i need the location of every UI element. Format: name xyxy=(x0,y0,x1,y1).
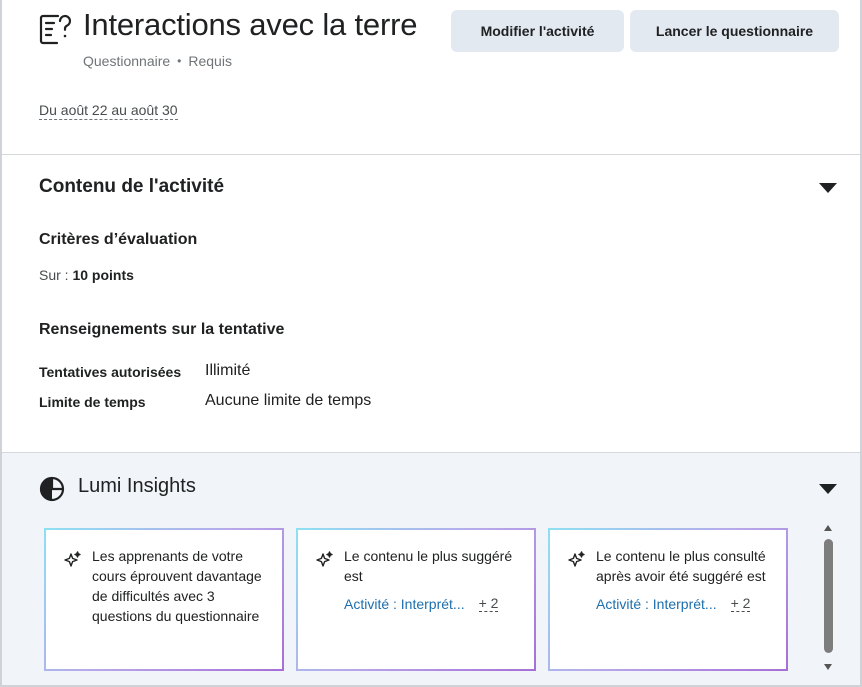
activity-type: Questionnaire xyxy=(83,53,171,69)
activity-content-heading: Contenu de l'activité xyxy=(39,176,225,197)
activity-page: Interactions avec la terre Questionnaire… xyxy=(0,0,862,687)
collapse-content-caret-icon[interactable] xyxy=(819,183,837,193)
sparkle-icon xyxy=(64,551,81,567)
time-limit-value: Aucune limite de temps xyxy=(205,392,372,409)
scroll-up-arrow-icon[interactable] xyxy=(824,525,832,531)
score-out-of: Sur : 10 points xyxy=(39,267,134,283)
insight-more-count[interactable]: + 2 xyxy=(478,596,499,612)
pie-chart-icon xyxy=(39,476,65,502)
divider xyxy=(2,154,860,155)
attempt-info-heading: Renseignements sur la tentative xyxy=(39,321,285,338)
meta-separator: • xyxy=(177,54,182,68)
edit-activity-button[interactable]: Modifier l'activité xyxy=(451,10,624,52)
insight-more-count[interactable]: + 2 xyxy=(730,596,751,612)
attempts-allowed-value: Illimité xyxy=(205,362,251,379)
insight-activity-link[interactable]: Activité : Interprét... xyxy=(596,596,717,612)
insight-text: Le contenu le plus consulté après avoir … xyxy=(596,548,766,584)
scrollbar-thumb[interactable] xyxy=(824,539,833,653)
collapse-insights-caret-icon[interactable] xyxy=(819,484,837,494)
attempts-allowed-label: Tentatives autorisées xyxy=(39,364,182,380)
launch-quiz-button[interactable]: Lancer le questionnaire xyxy=(630,10,839,52)
quiz-icon xyxy=(39,14,72,45)
insight-link-row: Activité : Interprét... + 2 xyxy=(596,596,772,612)
page-title: Interactions avec la terre xyxy=(83,7,418,42)
lumi-insights-panel: Lumi Insights Les apprenants de votre co… xyxy=(2,452,860,685)
required-status: Requis xyxy=(188,53,232,69)
insight-card[interactable]: Le contenu le plus consulté après avoir … xyxy=(548,528,788,671)
insight-card[interactable]: Le contenu le plus suggéré est Activité … xyxy=(296,528,536,671)
out-of-value: 10 points xyxy=(72,267,134,283)
insight-text: Les apprenants de votre cours éprouvent … xyxy=(92,548,262,624)
out-of-label: Sur : xyxy=(39,267,69,283)
insight-link-row: Activité : Interprét... + 2 xyxy=(344,596,520,612)
activity-meta: Questionnaire • Requis xyxy=(83,53,232,69)
insight-card[interactable]: Les apprenants de votre cours éprouvent … xyxy=(44,528,284,671)
insights-title: Lumi Insights xyxy=(78,475,196,497)
insight-text: Le contenu le plus suggéré est xyxy=(344,548,513,584)
insight-activity-link[interactable]: Activité : Interprét... xyxy=(344,596,465,612)
sparkle-icon xyxy=(568,551,585,567)
sparkle-icon xyxy=(316,551,333,567)
evaluation-criteria-heading: Critères d’évaluation xyxy=(39,231,198,248)
scroll-down-arrow-icon[interactable] xyxy=(824,664,832,670)
availability-dates[interactable]: Du août 22 au août 30 xyxy=(39,102,178,120)
time-limit-label: Limite de temps xyxy=(39,394,146,410)
